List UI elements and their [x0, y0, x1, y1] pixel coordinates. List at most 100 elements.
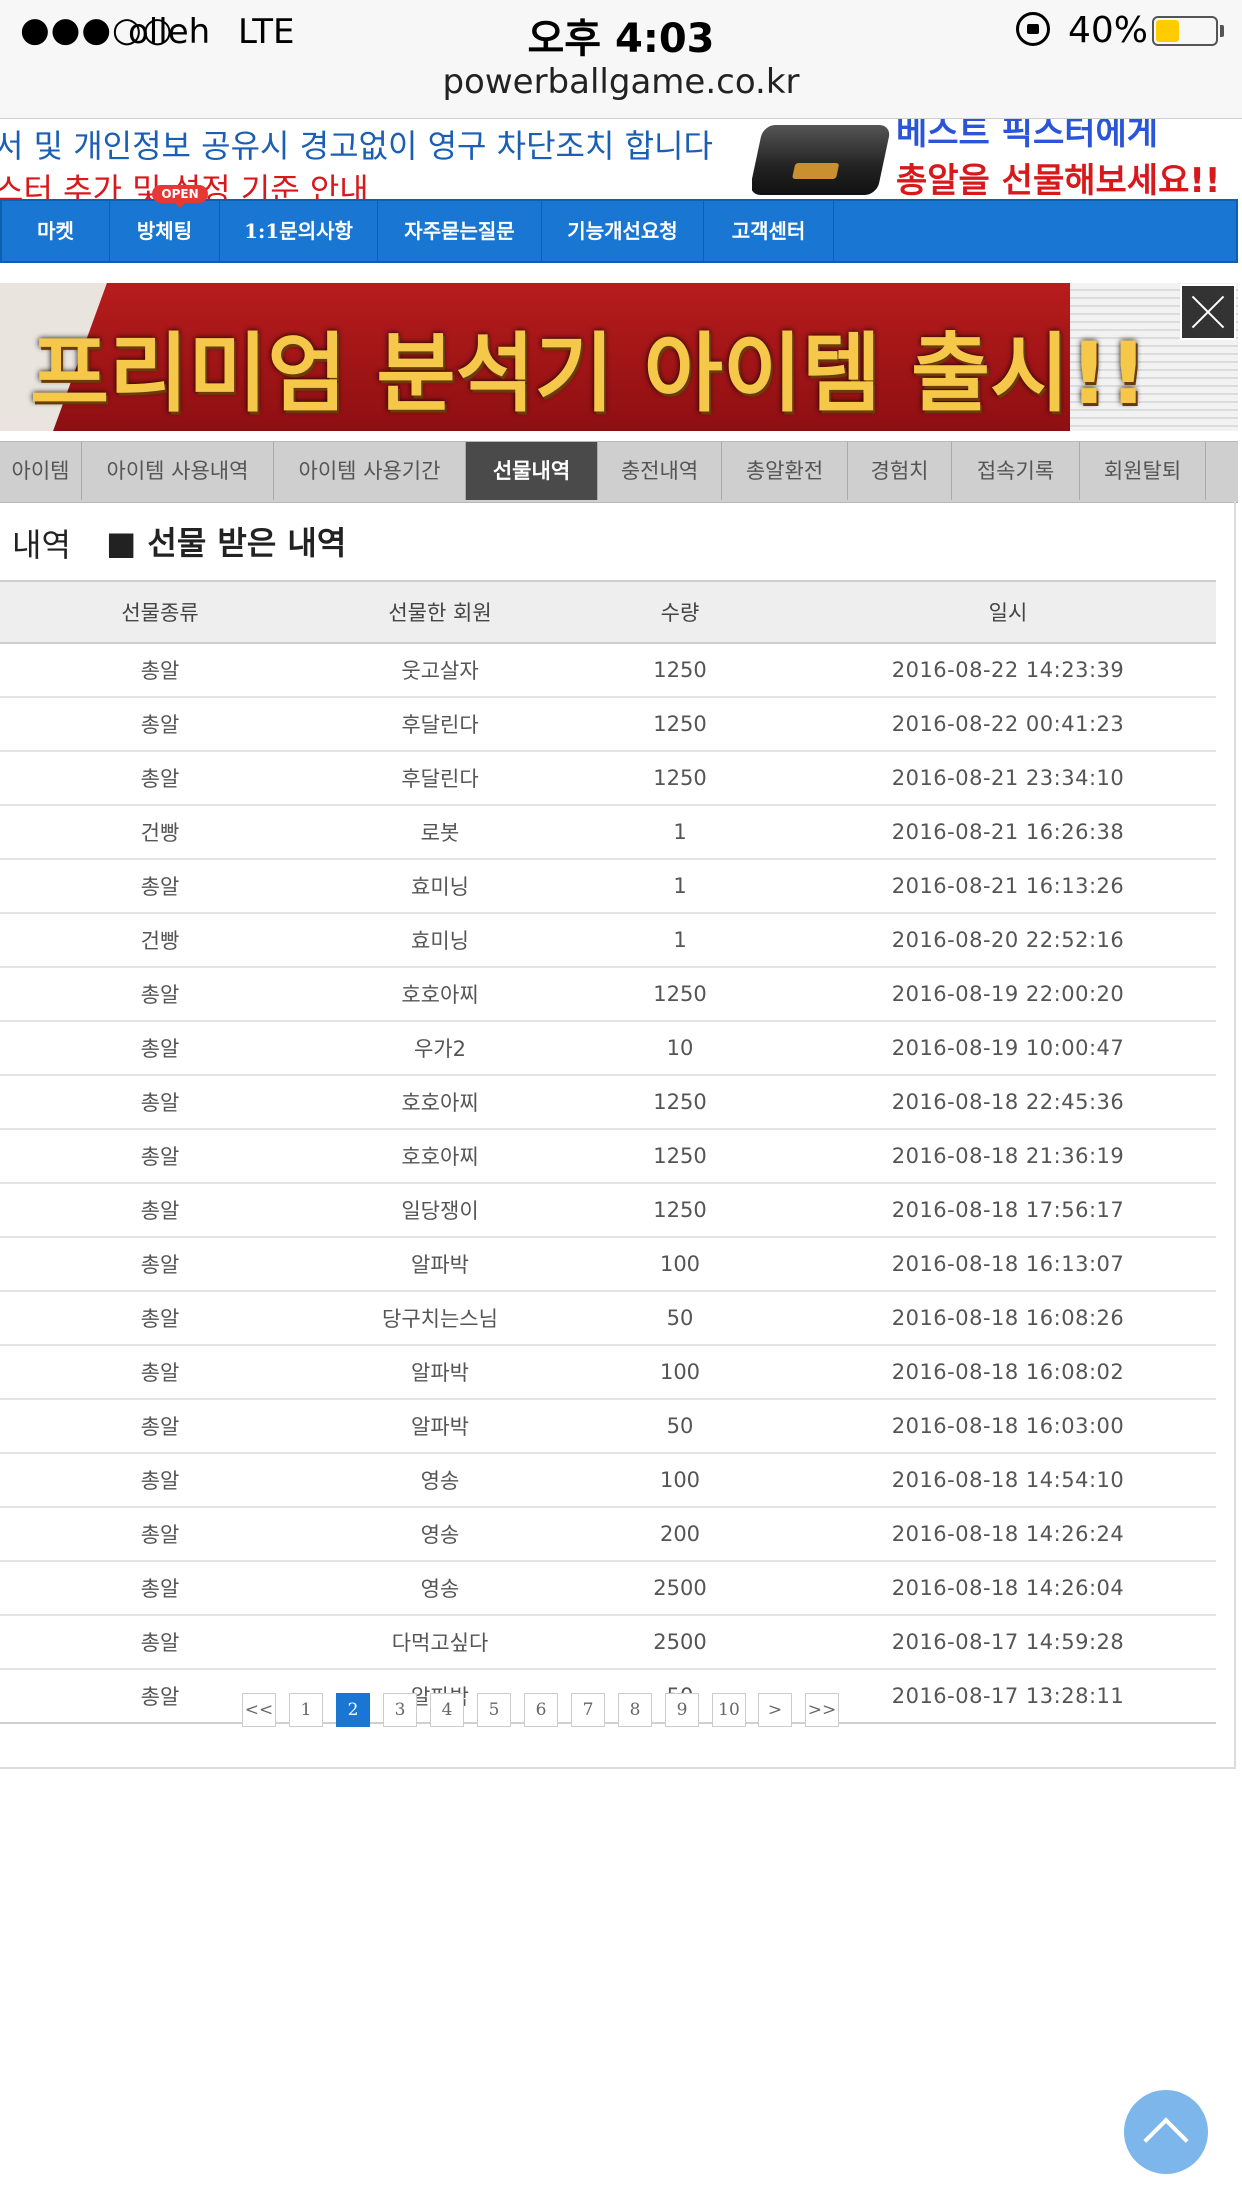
- page-4-button[interactable]: 4: [430, 1693, 464, 1727]
- page-8-button[interactable]: 8: [618, 1693, 652, 1727]
- banner-text: 프리미엄 분석기 아이템 출시!!: [30, 324, 1148, 424]
- next-page-button[interactable]: >: [758, 1693, 792, 1727]
- table-row: 총알 영송 100 2016-08-18 14:54:10: [0, 1453, 1216, 1508]
- sender-cell: 후달린다: [320, 697, 560, 752]
- table-row: 총알 호호아찌 1250 2016-08-19 22:00:20: [0, 967, 1216, 1022]
- date-cell: 2016-08-18 16:08:02: [800, 1345, 1216, 1400]
- date-cell: 2016-08-18 22:45:36: [800, 1075, 1216, 1130]
- sender-cell: 로봇: [320, 805, 560, 860]
- table-row: 총알 후달린다 1250 2016-08-22 00:41:23: [0, 697, 1216, 752]
- column-header: 선물종류: [0, 580, 320, 644]
- last-page-button[interactable]: >>: [805, 1693, 839, 1727]
- date-cell: 2016-08-22 00:41:23: [800, 697, 1216, 752]
- sender-cell: 효미닝: [320, 859, 560, 914]
- date-cell: 2016-08-18 21:36:19: [800, 1129, 1216, 1184]
- tab-0[interactable]: 아이템: [0, 442, 82, 500]
- date-cell: 2016-08-18 16:13:07: [800, 1237, 1216, 1292]
- gift-ad-line-2: 총알을 선물해보세요!!: [896, 161, 1221, 199]
- table-row: 총알 영송 200 2016-08-18 14:26:24: [0, 1507, 1216, 1562]
- gift-type-cell: 총알: [0, 1129, 320, 1184]
- battery-level: [1156, 20, 1179, 42]
- nav-item-1[interactable]: 방체팅: [110, 201, 220, 261]
- page-6-button[interactable]: 6: [524, 1693, 558, 1727]
- tab-2[interactable]: 아이템 사용기간: [274, 442, 466, 500]
- gift-type-cell: 총알: [0, 1453, 320, 1508]
- quantity-cell: 1250: [560, 643, 800, 698]
- gift-history-table: 선물종류 선물한 회원 수량 일시 총알 웃고살자 1250 2016-08-22 14:2…: [0, 580, 1216, 1724]
- sender-cell: 호호아찌: [320, 1129, 560, 1184]
- gift-type-cell: 총알: [0, 697, 320, 752]
- tab-6[interactable]: 경험치: [848, 442, 952, 500]
- gift-type-cell: 총알: [0, 1021, 320, 1076]
- page-5-button[interactable]: 5: [477, 1693, 511, 1727]
- url-text[interactable]: powerballgame.co.kr: [0, 62, 1242, 102]
- table-row: 총알 당구치는스님 50 2016-08-18 16:08:26: [0, 1291, 1216, 1346]
- table-row: 총알 호호아찌 1250 2016-08-18 21:36:19: [0, 1129, 1216, 1184]
- page-9-button[interactable]: 9: [665, 1693, 699, 1727]
- page-1-button[interactable]: 1: [289, 1693, 323, 1727]
- page-2-button[interactable]: 2: [336, 1693, 370, 1727]
- sender-cell: 영송: [320, 1507, 560, 1562]
- pagination: << 1 2 3 4 5 6 7 8 9 10 > >>: [0, 1693, 1242, 1731]
- quantity-cell: 200: [560, 1507, 800, 1562]
- nav-item-4[interactable]: 기능개선요청: [542, 201, 704, 261]
- nav-item-0[interactable]: 마켓: [2, 201, 110, 261]
- table-row: 건빵 로봇 1 2016-08-21 16:26:38: [0, 805, 1216, 860]
- table-row: 총알 웃고살자 1250 2016-08-22 14:23:39: [0, 643, 1216, 698]
- gift-device-image: [752, 125, 892, 195]
- quantity-cell: 50: [560, 1399, 800, 1454]
- quantity-cell: 1: [560, 859, 800, 914]
- gift-type-cell: 총알: [0, 1237, 320, 1292]
- quantity-cell: 50: [560, 1291, 800, 1346]
- date-cell: 2016-08-19 10:00:47: [800, 1021, 1216, 1076]
- date-cell: 2016-08-21 16:26:38: [800, 805, 1216, 860]
- quantity-cell: 1250: [560, 697, 800, 752]
- section-left-title: 내역: [12, 526, 71, 564]
- table-row: 총알 우가2 10 2016-08-19 10:00:47: [0, 1021, 1216, 1076]
- date-cell: 2016-08-18 17:56:17: [800, 1183, 1216, 1238]
- page-7-button[interactable]: 7: [571, 1693, 605, 1727]
- tab-4[interactable]: 충전내역: [598, 442, 722, 500]
- date-cell: 2016-08-18 16:03:00: [800, 1399, 1216, 1454]
- quantity-cell: 1250: [560, 1129, 800, 1184]
- gift-type-cell: 총알: [0, 1345, 320, 1400]
- notice-line-1[interactable]: 서 및 개인정보 공유시 경고없이 영구 차단조치 합니다: [0, 121, 713, 167]
- date-cell: 2016-08-21 16:13:26: [800, 859, 1216, 914]
- address-bar[interactable]: powerballgame.co.kr: [0, 62, 1242, 119]
- tab-8[interactable]: 회원탈퇴: [1080, 442, 1206, 500]
- first-page-button[interactable]: <<: [242, 1693, 276, 1727]
- tab-5[interactable]: 총알환전: [722, 442, 848, 500]
- gift-ad-line-1: 베스트 픽스터에게: [896, 119, 1159, 153]
- close-icon[interactable]: [1180, 284, 1236, 340]
- quantity-cell: 2500: [560, 1615, 800, 1670]
- nav-item-5[interactable]: 고객센터: [704, 201, 834, 261]
- date-cell: 2016-08-22 14:23:39: [800, 643, 1216, 698]
- gift-type-cell: 총알: [0, 1507, 320, 1562]
- quantity-cell: 100: [560, 1345, 800, 1400]
- sender-cell: 당구치는스님: [320, 1291, 560, 1346]
- quantity-cell: 1250: [560, 1183, 800, 1238]
- tab-1[interactable]: 아이템 사용내역: [82, 442, 274, 500]
- quantity-cell: 1250: [560, 967, 800, 1022]
- promo-banner[interactable]: 프리미엄 분석기 아이템 출시!!: [0, 283, 1238, 431]
- page-3-button[interactable]: 3: [383, 1693, 417, 1727]
- status-bar: ●●●○○ olleh LTE 오후 4:03 40%: [0, 0, 1242, 62]
- battery-tip: [1220, 25, 1224, 37]
- gift-type-cell: 총알: [0, 859, 320, 914]
- page-10-button[interactable]: 10: [712, 1693, 746, 1727]
- tab-7[interactable]: 접속기록: [952, 442, 1080, 500]
- tab-3[interactable]: 선물내역: [466, 442, 598, 500]
- date-cell: 2016-08-20 22:52:16: [800, 913, 1216, 968]
- sender-cell: 다먹고싶다: [320, 1615, 560, 1670]
- quantity-cell: 1: [560, 913, 800, 968]
- gift-ad[interactable]: 베스트 픽스터에게 총알을 선물해보세요!!: [752, 119, 1242, 199]
- table-row: 총알 일당쟁이 1250 2016-08-18 17:56:17: [0, 1183, 1216, 1238]
- sender-cell: 호호아찌: [320, 1075, 560, 1130]
- gift-type-cell: 총알: [0, 967, 320, 1022]
- date-cell: 2016-08-18 16:08:26: [800, 1291, 1216, 1346]
- sender-cell: 알파박: [320, 1345, 560, 1400]
- column-header: 일시: [800, 580, 1216, 644]
- scroll-top-button[interactable]: [1124, 2090, 1208, 2174]
- nav-item-2[interactable]: 1:1문의사항: [220, 201, 378, 261]
- nav-item-3[interactable]: 자주묻는질문: [378, 201, 542, 261]
